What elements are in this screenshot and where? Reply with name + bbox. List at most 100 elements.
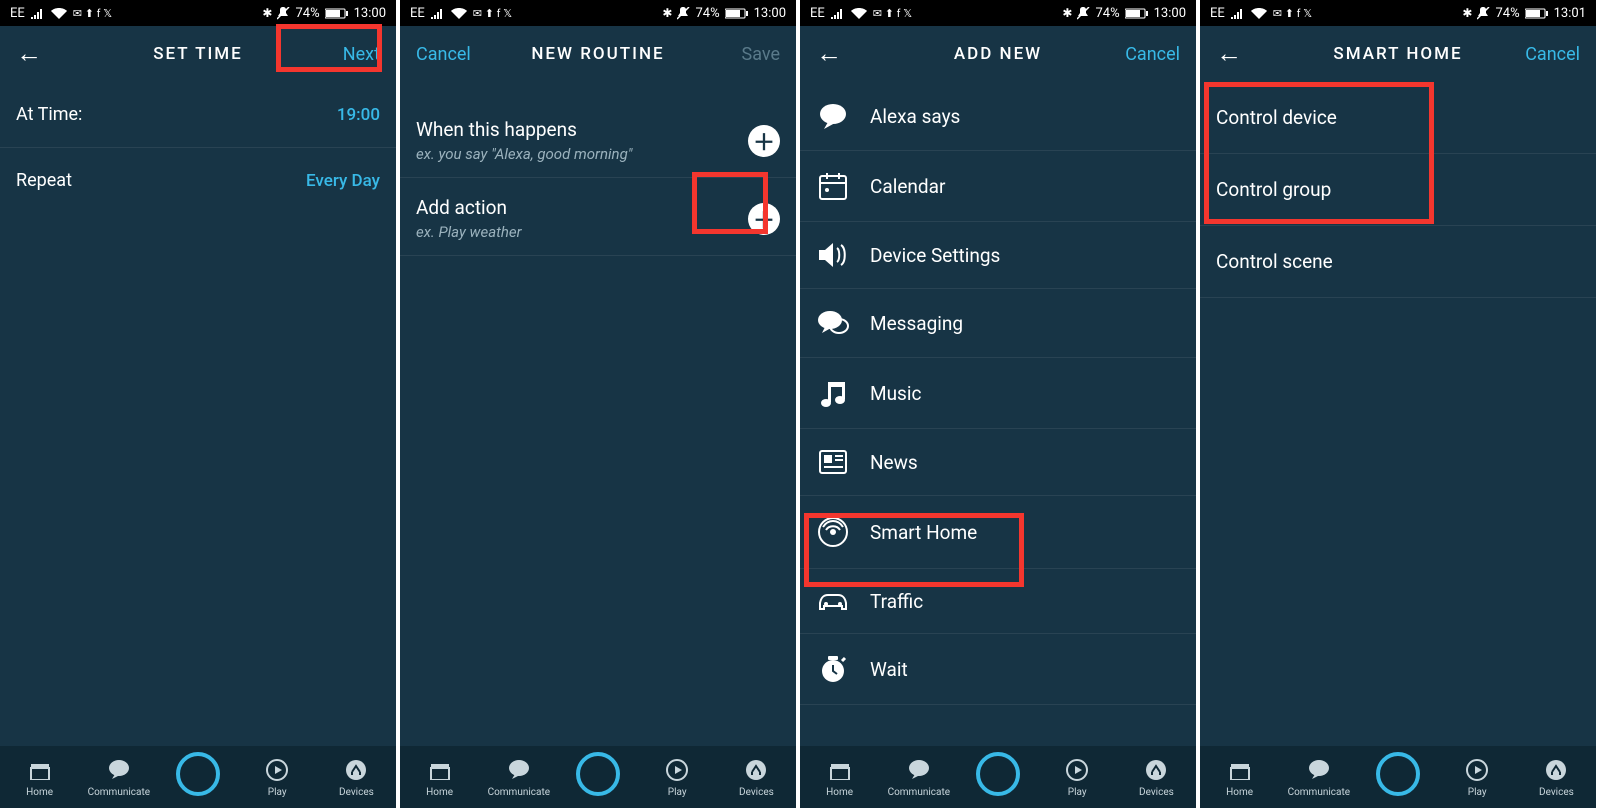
add-trigger-button[interactable]: ＋ bbox=[748, 125, 780, 157]
play-icon bbox=[1465, 756, 1489, 784]
screen-add-new: EE ✉ ⬆ f 𝕏 ✱ 74% 13:00 ← ADD NEW Cancel … bbox=[800, 0, 1196, 808]
alexa-ring-icon bbox=[1376, 752, 1420, 796]
tab-communicate-label: Communicate bbox=[88, 787, 150, 798]
cancel-button[interactable]: Cancel bbox=[416, 44, 471, 65]
play-icon bbox=[265, 756, 289, 784]
dnd-icon bbox=[277, 7, 290, 20]
tab-devices-label: Devices bbox=[739, 787, 774, 798]
status-glyphs-icon: ✉ ⬆ f 𝕏 bbox=[473, 7, 512, 20]
tab-devices-label: Devices bbox=[1139, 787, 1174, 798]
smart-home-option[interactable]: Control group bbox=[1200, 154, 1596, 226]
tab-play[interactable]: Play bbox=[1438, 746, 1517, 808]
app-header: ← ADD NEW Cancel bbox=[800, 26, 1196, 82]
option-calendar[interactable]: Calendar bbox=[800, 151, 1196, 222]
tab-home[interactable]: Home bbox=[1200, 746, 1279, 808]
cancel-button[interactable]: Cancel bbox=[1125, 44, 1180, 65]
option-label: News bbox=[870, 451, 918, 474]
option-music[interactable]: Music bbox=[800, 358, 1196, 429]
communicate-icon bbox=[107, 756, 131, 784]
page-title: NEW ROUTINE bbox=[494, 44, 702, 64]
smarthome-icon bbox=[816, 516, 850, 548]
tab-alexa[interactable] bbox=[558, 746, 637, 808]
option-list: Alexa saysCalendarDevice SettingsMessagi… bbox=[800, 82, 1196, 705]
tab-play-label: Play bbox=[1068, 787, 1087, 798]
tab-play[interactable]: Play bbox=[638, 746, 717, 808]
back-icon[interactable]: ← bbox=[16, 41, 42, 67]
option-traffic[interactable]: Traffic bbox=[800, 569, 1196, 634]
option-news[interactable]: News bbox=[800, 429, 1196, 496]
battery-percent: 74% bbox=[295, 6, 319, 21]
tab-communicate-label: Communicate bbox=[1288, 787, 1350, 798]
at-time-row[interactable]: At Time: 19:00 bbox=[0, 82, 396, 148]
option-wait[interactable]: Wait bbox=[800, 634, 1196, 705]
tab-communicate[interactable]: Communicate bbox=[79, 746, 158, 808]
add-action-button[interactable]: ＋ bbox=[748, 203, 780, 235]
page-title: SMART HOME bbox=[1294, 44, 1502, 64]
option-volume[interactable]: Device Settings bbox=[800, 222, 1196, 289]
devices-icon bbox=[1144, 756, 1168, 784]
battery-icon bbox=[325, 8, 349, 19]
status-bar: EE ✉ ⬆ f 𝕏 ✱ 74% 13:01 bbox=[1200, 0, 1596, 26]
back-icon[interactable]: ← bbox=[1216, 41, 1242, 67]
tab-devices[interactable]: Devices bbox=[1517, 746, 1596, 808]
action-section[interactable]: Add action ex. Play weather ＋ bbox=[400, 178, 796, 256]
status-bar: EE ✉ ⬆ f 𝕏 ✱ 74% 13:00 bbox=[800, 0, 1196, 26]
option-label: Smart Home bbox=[870, 521, 977, 544]
smart-home-option[interactable]: Control scene bbox=[1200, 226, 1596, 298]
battery-percent: 74% bbox=[1095, 6, 1119, 21]
option-messaging[interactable]: Messaging bbox=[800, 289, 1196, 358]
bluetooth-icon: ✱ bbox=[1462, 6, 1472, 20]
smart-home-option[interactable]: Control device bbox=[1200, 82, 1596, 154]
alexa-ring-icon bbox=[976, 752, 1020, 796]
music-icon bbox=[816, 378, 850, 408]
status-glyphs-icon: ✉ ⬆ f 𝕏 bbox=[873, 7, 912, 20]
tab-communicate[interactable]: Communicate bbox=[479, 746, 558, 808]
tab-communicate[interactable]: Communicate bbox=[1279, 746, 1358, 808]
at-time-label: At Time: bbox=[16, 104, 82, 125]
tab-devices[interactable]: Devices bbox=[717, 746, 796, 808]
tab-home[interactable]: Home bbox=[0, 746, 79, 808]
tab-play[interactable]: Play bbox=[238, 746, 317, 808]
tab-devices[interactable]: Devices bbox=[317, 746, 396, 808]
tab-bar: Home Communicate Play Devices bbox=[800, 746, 1196, 808]
tab-devices-label: Devices bbox=[339, 787, 374, 798]
page-title: SET TIME bbox=[94, 44, 302, 64]
tab-communicate[interactable]: Communicate bbox=[879, 746, 958, 808]
dnd-icon bbox=[1477, 7, 1490, 20]
app-header: Cancel NEW ROUTINE Save bbox=[400, 26, 796, 82]
cancel-button[interactable]: Cancel bbox=[1525, 44, 1580, 65]
clock-label: 13:00 bbox=[1154, 6, 1186, 21]
tab-alexa[interactable] bbox=[958, 746, 1037, 808]
clock-label: 13:01 bbox=[1554, 6, 1586, 21]
signal-icon bbox=[831, 8, 845, 19]
tab-devices-label: Devices bbox=[1539, 787, 1574, 798]
tab-devices[interactable]: Devices bbox=[1117, 746, 1196, 808]
tab-alexa[interactable] bbox=[1358, 746, 1437, 808]
repeat-row[interactable]: Repeat Every Day bbox=[0, 148, 396, 213]
messaging-icon bbox=[816, 309, 850, 337]
alexa-ring-icon bbox=[576, 752, 620, 796]
home-icon bbox=[28, 756, 52, 784]
wifi-icon bbox=[51, 8, 67, 19]
home-icon bbox=[428, 756, 452, 784]
home-icon bbox=[1228, 756, 1252, 784]
tab-home[interactable]: Home bbox=[800, 746, 879, 808]
option-label: Music bbox=[870, 382, 921, 405]
tab-alexa[interactable] bbox=[158, 746, 237, 808]
option-speech[interactable]: Alexa says bbox=[800, 82, 1196, 151]
battery-percent: 74% bbox=[695, 6, 719, 21]
communicate-icon bbox=[1307, 756, 1331, 784]
tab-home[interactable]: Home bbox=[400, 746, 479, 808]
page-title: ADD NEW bbox=[894, 44, 1102, 64]
option-list: Control deviceControl groupControl scene bbox=[1200, 82, 1596, 298]
option-smarthome[interactable]: Smart Home bbox=[800, 496, 1196, 569]
status-glyphs-icon: ✉ ⬆ f 𝕏 bbox=[1273, 7, 1312, 20]
speech-icon bbox=[816, 102, 850, 130]
tab-play[interactable]: Play bbox=[1038, 746, 1117, 808]
bluetooth-icon: ✱ bbox=[1062, 6, 1072, 20]
next-button[interactable]: Next bbox=[343, 44, 380, 65]
clock-label: 13:00 bbox=[354, 6, 386, 21]
volume-icon bbox=[816, 242, 850, 268]
when-section[interactable]: When this happens ex. you say "Alexa, go… bbox=[400, 100, 796, 178]
back-icon[interactable]: ← bbox=[816, 41, 842, 67]
